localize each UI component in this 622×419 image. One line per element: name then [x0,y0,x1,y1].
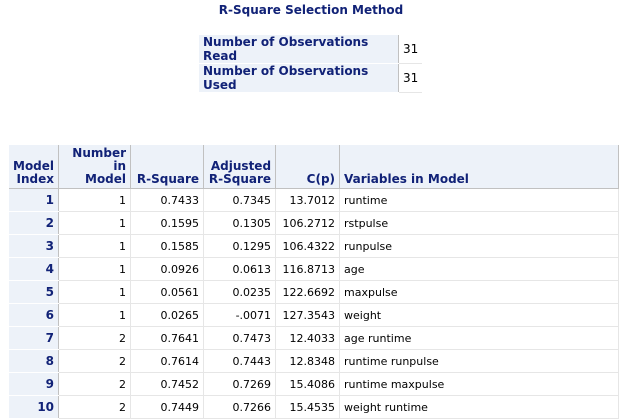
model-index-cell: 1 [9,188,60,212]
rsquare-cell: 0.0265 [130,303,205,327]
number-in-model-cell: 2 [58,326,132,350]
model-index-cell: 6 [9,303,60,327]
cp-cell: 106.2712 [275,211,341,235]
model-index-cell: 5 [9,280,60,304]
rsquare-cell: 0.1585 [130,234,205,258]
variables-cell: rstpulse [339,211,620,235]
cp-cell: 106.4322 [275,234,341,258]
variables-cell: age [339,257,620,281]
adjusted-rsquare-cell: 0.7269 [203,372,277,396]
number-in-model-cell: 1 [58,234,132,258]
model-selection-table: Model Index Number in Model R-Square Adj… [9,145,620,419]
variables-cell: age runtime [339,326,620,350]
header-variables: Variables in Model [339,145,620,189]
cp-cell: 127.3543 [275,303,341,327]
header-number-in-model: Number in Model [58,145,132,189]
observations-table: Number of Observations Read 31 Number of… [199,35,423,93]
header-model-index-line2: Index [16,172,55,186]
header-model-index: Model Index [9,145,60,189]
rsquare-cell: 0.0561 [130,280,205,304]
cp-cell: 15.4535 [275,395,341,419]
rsquare-cell: 0.7614 [130,349,205,373]
table-row: 4 1 0.0926 0.0613 116.8713 age [9,257,620,281]
header-row: Model Index Number in Model R-Square Adj… [9,145,620,189]
header-rsquare: R-Square [130,145,205,189]
number-in-model-cell: 2 [58,349,132,373]
number-in-model-cell: 2 [58,372,132,396]
number-in-model-cell: 1 [58,303,132,327]
header-cp: C(p) [275,145,341,189]
number-in-model-cell: 1 [58,211,132,235]
adjusted-rsquare-cell: 0.7266 [203,395,277,419]
table-row: 2 1 0.1595 0.1305 106.2712 rstpulse [9,211,620,235]
variables-cell: runpulse [339,234,620,258]
number-in-model-cell: 1 [58,188,132,212]
header-adj-line2: R-Square [208,172,272,186]
cp-cell: 15.4086 [275,372,341,396]
model-index-cell: 10 [9,395,60,419]
variables-cell: weight runtime [339,395,620,419]
adjusted-rsquare-cell: 0.1305 [203,211,277,235]
model-rows: 1 1 0.7433 0.7345 13.7012 runtime 2 1 0.1595 0.13… [9,188,620,419]
table-row: 9 2 0.7452 0.7269 15.4086 runtime maxpulse [9,372,620,396]
table-row: 8 2 0.7614 0.7443 12.8348 runtime runpulse [9,349,620,373]
rsquare-cell: 0.7449 [130,395,205,419]
adjusted-rsquare-cell: -.0071 [203,303,277,327]
table-row: Number of Observations Used 31 [199,63,423,93]
adjusted-rsquare-cell: 0.7473 [203,326,277,350]
rsquare-cell: 0.7452 [130,372,205,396]
rsquare-cell: 0.1595 [130,211,205,235]
adjusted-rsquare-cell: 0.7345 [203,188,277,212]
model-index-cell: 9 [9,372,60,396]
table-row: 1 1 0.7433 0.7345 13.7012 runtime [9,188,620,212]
cp-cell: 12.8348 [275,349,341,373]
header-adjusted-rsquare: Adjusted R-Square [203,145,277,189]
model-index-cell: 3 [9,234,60,258]
variables-cell: runtime runpulse [339,349,620,373]
header-number-line2: Model [85,172,127,186]
variables-cell: weight [339,303,620,327]
adjusted-rsquare-cell: 0.7443 [203,349,277,373]
table-row: 6 1 0.0265 -.0071 127.3543 weight [9,303,620,327]
cp-cell: 122.6692 [275,280,341,304]
variables-cell: runtime maxpulse [339,372,620,396]
table-row: Number of Observations Read 31 [199,35,423,64]
rsquare-cell: 0.7433 [130,188,205,212]
number-in-model-cell: 1 [58,280,132,304]
table-row: 7 2 0.7641 0.7473 12.4033 age runtime [9,326,620,350]
table-row: 10 2 0.7449 0.7266 15.4535 weight runtime [9,395,620,419]
observations-used-value: 31 [398,63,423,93]
page-title: R-Square Selection Method [218,3,404,17]
cp-cell: 13.7012 [275,188,341,212]
observations-read-label: Number of Observations Read [199,35,399,64]
variables-cell: runtime [339,188,620,212]
adjusted-rsquare-cell: 0.1295 [203,234,277,258]
model-index-cell: 4 [9,257,60,281]
adjusted-rsquare-cell: 0.0613 [203,257,277,281]
model-index-cell: 2 [9,211,60,235]
model-index-cell: 8 [9,349,60,373]
cp-cell: 116.8713 [275,257,341,281]
observations-used-label: Number of Observations Used [199,63,399,93]
header-number-line1: Number in [72,146,127,173]
number-in-model-cell: 2 [58,395,132,419]
table-row: 3 1 0.1585 0.1295 106.4322 runpulse [9,234,620,258]
variables-cell: maxpulse [339,280,620,304]
rsquare-cell: 0.7641 [130,326,205,350]
adjusted-rsquare-cell: 0.0235 [203,280,277,304]
observations-read-value: 31 [398,35,423,64]
table-row: 5 1 0.0561 0.0235 122.6692 maxpulse [9,280,620,304]
model-index-cell: 7 [9,326,60,350]
rsquare-cell: 0.0926 [130,257,205,281]
cp-cell: 12.4033 [275,326,341,350]
number-in-model-cell: 1 [58,257,132,281]
